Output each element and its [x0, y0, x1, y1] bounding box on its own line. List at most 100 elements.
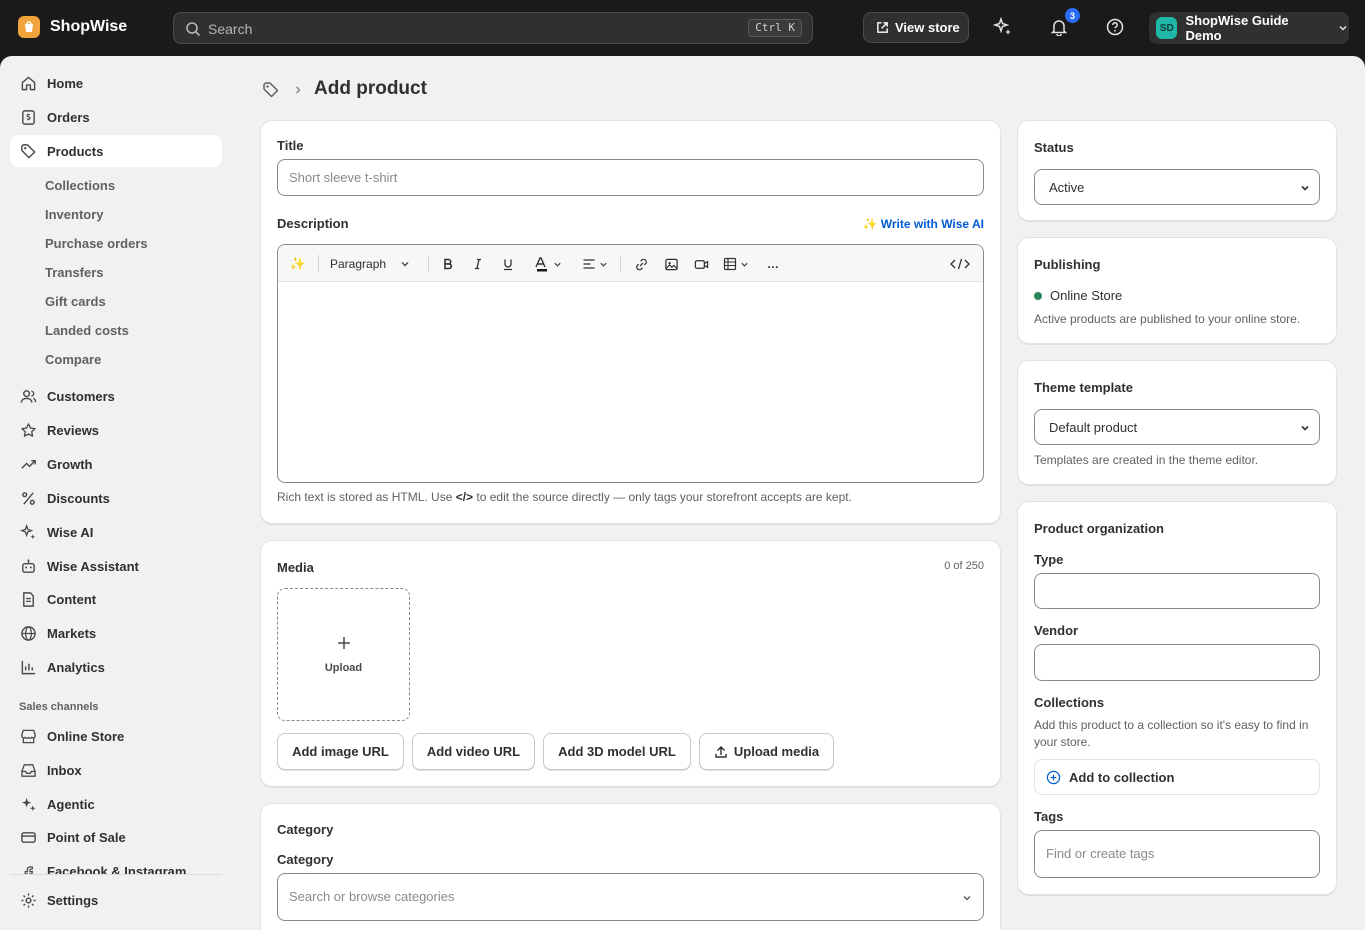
help-code: </> [455, 490, 474, 504]
bold-icon[interactable] [438, 254, 458, 274]
help-icon[interactable] [1104, 16, 1126, 38]
sidebar-subitem-compare[interactable]: Compare [45, 352, 101, 367]
view-store-button[interactable]: View store [863, 12, 969, 43]
sidebar-item-wise-ai[interactable]: Wise AI [10, 516, 222, 548]
status-card: Status Active [1017, 120, 1337, 221]
sidebar-item-facebook-instagram[interactable]: Facebook & Instagram [10, 855, 222, 875]
type-label: Type [1034, 552, 1064, 567]
title-placeholder: Short sleeve t-shirt [289, 170, 398, 185]
sidebar-item-label: Products [47, 143, 104, 159]
paragraph-select[interactable]: Paragraph [330, 254, 420, 274]
add-video-url-button[interactable]: Add video URL [412, 733, 535, 770]
description-editor[interactable]: ✨ Paragraph … [277, 244, 984, 483]
vendor-input[interactable] [1034, 644, 1320, 681]
sidebar-item-customers[interactable]: Customers [10, 380, 222, 412]
brand-name: ShopWise [50, 18, 128, 35]
type-input[interactable] [1034, 573, 1320, 609]
sidebar-item-content[interactable]: Content [10, 583, 222, 615]
sidebar-item-agentic[interactable]: Agentic [10, 788, 222, 820]
shopwise-logo-icon[interactable] [18, 16, 40, 38]
sidebar-subitem-inventory[interactable]: Inventory [45, 207, 104, 222]
more-options-button[interactable]: … [763, 254, 783, 274]
sidebar-item-online-store[interactable]: Online Store [10, 720, 222, 752]
sidebar-item-reviews[interactable]: Reviews [10, 414, 222, 446]
sidebar-item-label: Customers [47, 388, 115, 404]
product-organization-card: Product organization Type Vendor Collect… [1017, 501, 1337, 895]
sidebar-subitem-gift-cards[interactable]: Gift cards [45, 294, 106, 309]
upload-media-button[interactable]: Upload media [699, 733, 834, 770]
sidebar-item-analytics[interactable]: Analytics [10, 651, 222, 683]
external-link-icon [876, 21, 889, 34]
status-dot-icon [1034, 292, 1042, 300]
sidebar-item-orders[interactable]: Orders [10, 101, 222, 133]
table-icon[interactable] [721, 254, 751, 274]
sidebar-subitem-transfers[interactable]: Transfers [45, 265, 104, 280]
media-card: Media 0 of 250 Upload Add image URL Add … [260, 540, 1001, 787]
upload-dropzone[interactable]: Upload [277, 588, 410, 721]
category-search-input[interactable]: Search or browse categories [277, 873, 984, 921]
account-menu[interactable]: SD ShopWise Guide Demo [1149, 12, 1349, 44]
underline-icon[interactable] [498, 254, 518, 274]
product-details-card: Title Short sleeve t-shirt Description ✨… [260, 120, 1001, 524]
tags-label: Tags [1034, 809, 1064, 824]
code-icon[interactable] [946, 254, 974, 274]
theme-template-note: Templates are created in the theme edito… [1034, 453, 1259, 467]
tag-icon [19, 142, 37, 160]
add-3d-model-url-button[interactable]: Add 3D model URL [543, 733, 691, 770]
search-input[interactable]: Search Ctrl K [173, 12, 813, 44]
toolbar-divider [428, 255, 429, 272]
write-with-ai-link[interactable]: ✨ Write with Wise AI [862, 217, 984, 231]
sidebar-item-discounts[interactable]: Discounts [10, 482, 222, 514]
category-label: Category [277, 852, 334, 867]
inbox-icon [19, 761, 37, 779]
title-input[interactable]: Short sleeve t-shirt [277, 159, 984, 196]
home-icon [19, 74, 37, 92]
breadcrumb-products-icon[interactable] [262, 81, 280, 99]
sidebar-item-settings[interactable]: Settings [10, 884, 222, 916]
upload-media-label: Upload media [733, 744, 820, 759]
theme-template-select[interactable]: Default product [1034, 409, 1320, 445]
collections-label: Collections [1034, 695, 1105, 710]
link-icon[interactable] [631, 254, 651, 274]
sidebar-item-label: Discounts [47, 490, 110, 506]
sidebar-item-label: Home [47, 75, 84, 91]
sidebar-item-point-of-sale[interactable]: Point of Sale [10, 821, 222, 853]
chevron-down-icon [1299, 422, 1311, 434]
image-icon[interactable] [661, 254, 681, 274]
sidebar-subitem-landed-costs[interactable]: Landed costs [45, 323, 129, 338]
theme-template-card: Theme template Default product Templates… [1017, 360, 1337, 485]
sidebar-item-products[interactable]: Products [10, 135, 222, 167]
video-icon[interactable] [691, 254, 711, 274]
sparkle-icon[interactable] [992, 16, 1014, 38]
text-color-icon[interactable] [528, 254, 566, 274]
sidebar-subitem-purchase-orders[interactable]: Purchase orders [45, 236, 148, 251]
status-select[interactable]: Active [1034, 169, 1320, 205]
ai-sparkle-icon[interactable]: ✨ [288, 254, 308, 274]
category-card: Category Category Search or browse categ… [260, 803, 1001, 930]
sidebar-item-growth[interactable]: Growth [10, 448, 222, 480]
tags-input[interactable]: Find or create tags [1034, 830, 1320, 878]
product-organization-label: Product organization [1034, 521, 1164, 536]
sidebar-item-inbox[interactable]: Inbox [10, 754, 222, 786]
vendor-label: Vendor [1034, 623, 1079, 638]
title-label: Title [277, 138, 304, 153]
sidebar-item-wise-assistant[interactable]: Wise Assistant [10, 550, 222, 582]
add-to-collection-button[interactable]: Add to collection [1034, 759, 1320, 795]
pos-icon [19, 828, 37, 846]
sidebar-item-markets[interactable]: Markets [10, 617, 222, 649]
sidebar: Home Orders Products Collections Invento… [0, 56, 232, 930]
sidebar-item-label: Analytics [47, 659, 105, 675]
plus-icon [336, 635, 352, 651]
sidebar-item-label: Markets [47, 625, 97, 641]
sidebar-item-home[interactable]: Home [10, 67, 222, 99]
add-image-url-button[interactable]: Add image URL [277, 733, 404, 770]
sidebar-item-label: Content [47, 591, 97, 607]
sidebar-subitem-collections[interactable]: Collections [45, 178, 115, 193]
publishing-channel: Online Store [1050, 288, 1123, 303]
avatar: SD [1156, 17, 1178, 39]
sparkle-icon [19, 523, 37, 541]
sales-channels-heading: Sales channels [19, 701, 99, 713]
align-icon[interactable] [580, 254, 610, 274]
notification-badge: 3 [1065, 8, 1080, 23]
italic-icon[interactable] [468, 254, 488, 274]
